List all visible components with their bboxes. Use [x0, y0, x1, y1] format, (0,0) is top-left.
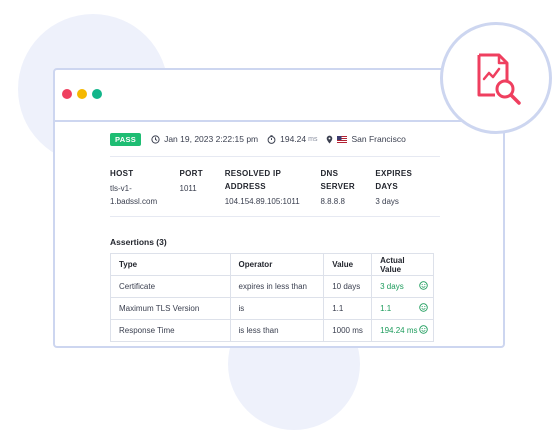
ip-value: 104.154.89.105:1011 — [224, 197, 300, 206]
browser-window: PASS Jan 19, 2023 2:22:15 pm 194.24 ms S… — [53, 68, 505, 348]
us-flag-icon — [337, 135, 348, 143]
ip-label-line: ADDRESS — [224, 182, 266, 191]
assertion-actual-cell: 3 days — [371, 275, 434, 298]
smile-icon — [419, 303, 428, 314]
table-row: Response Time is less than 1000 ms 194.2… — [110, 319, 434, 342]
expires-label: EXPIRES DAYS — [375, 167, 424, 193]
assertion-operator: is less than — [229, 319, 325, 342]
assertions-table: Type Operator Value Actual Value Certifi… — [110, 253, 434, 342]
assertion-actual: 1.1 — [380, 304, 392, 313]
assertion-value: 10 days — [323, 275, 373, 298]
clock-icon — [151, 134, 160, 144]
dns-label-line: DNS — [320, 169, 339, 178]
assertion-operator: is — [229, 297, 325, 320]
assertion-type: Response Time — [110, 319, 231, 342]
assertion-actual-cell: 194.24 ms — [371, 319, 434, 342]
assertion-type: Certificate — [110, 275, 231, 298]
response-duration: 194.24 — [280, 134, 307, 144]
expires-label-line: DAYS — [375, 182, 399, 191]
column-header: Type — [110, 253, 231, 276]
host-value-line: tls-v1- — [110, 184, 132, 193]
duration-unit: ms — [308, 135, 318, 143]
smile-icon — [419, 325, 428, 336]
port-label: PORT — [179, 169, 203, 178]
smile-icon — [419, 281, 428, 292]
table-row: Maximum TLS Version is 1.1 1.1 — [110, 297, 434, 320]
dns-label: DNS SERVER — [320, 167, 359, 193]
dns-label-line: SERVER — [320, 182, 356, 191]
status-bar: PASS Jan 19, 2023 2:22:15 pm 194.24 ms S… — [110, 122, 440, 150]
report-badge — [440, 22, 552, 134]
divider — [110, 156, 440, 157]
timer-icon — [267, 134, 276, 144]
status-badge: PASS — [110, 132, 142, 146]
column-header: Value — [323, 253, 373, 276]
assertions-title: Assertions (3) — [110, 237, 167, 247]
table-row: Certificate expires in less than 10 days… — [110, 275, 434, 298]
host-value: tls-v1- 1.badssl.com — [110, 182, 164, 208]
ip-label-line: RESOLVED IP — [224, 169, 282, 178]
dns-value: 8.8.8.8 — [320, 197, 345, 206]
ip-label: RESOLVED IP ADDRESS — [225, 167, 305, 193]
column-header: Actual Value — [371, 253, 434, 276]
column-header: Operator — [229, 253, 325, 276]
assertion-operator: expires in less than — [229, 275, 325, 298]
minimize-window-dot[interactable] — [77, 89, 87, 99]
assertion-value: 1000 ms — [323, 319, 373, 342]
close-window-dot[interactable] — [62, 89, 72, 99]
maximize-window-dot[interactable] — [92, 89, 102, 99]
check-result: PASS Jan 19, 2023 2:22:15 pm 194.24 ms S… — [110, 122, 440, 342]
host-label: HOST — [110, 169, 134, 178]
expires-label-line: EXPIRES — [375, 169, 413, 178]
check-location: San Francisco — [351, 134, 406, 144]
assertion-actual: 194.24 ms — [380, 326, 418, 335]
assertion-value: 1.1 — [323, 297, 373, 320]
host-value-line: 1.badssl.com — [110, 197, 158, 206]
window-titlebar — [55, 70, 503, 122]
assertion-type: Maximum TLS Version — [110, 297, 231, 320]
expires-value: 3 days — [375, 197, 399, 206]
divider — [110, 216, 440, 217]
assertion-actual-cell: 1.1 — [371, 297, 434, 320]
assertion-actual: 3 days — [380, 282, 404, 291]
check-timestamp: Jan 19, 2023 2:22:15 pm — [164, 134, 259, 144]
port-value: 1011 — [179, 184, 197, 193]
target-info: HOST tls-v1- 1.badssl.com PORT 1011 RESO… — [110, 167, 440, 208]
location-pin-icon — [326, 135, 333, 144]
table-header-row: Type Operator Value Actual Value — [110, 253, 434, 276]
